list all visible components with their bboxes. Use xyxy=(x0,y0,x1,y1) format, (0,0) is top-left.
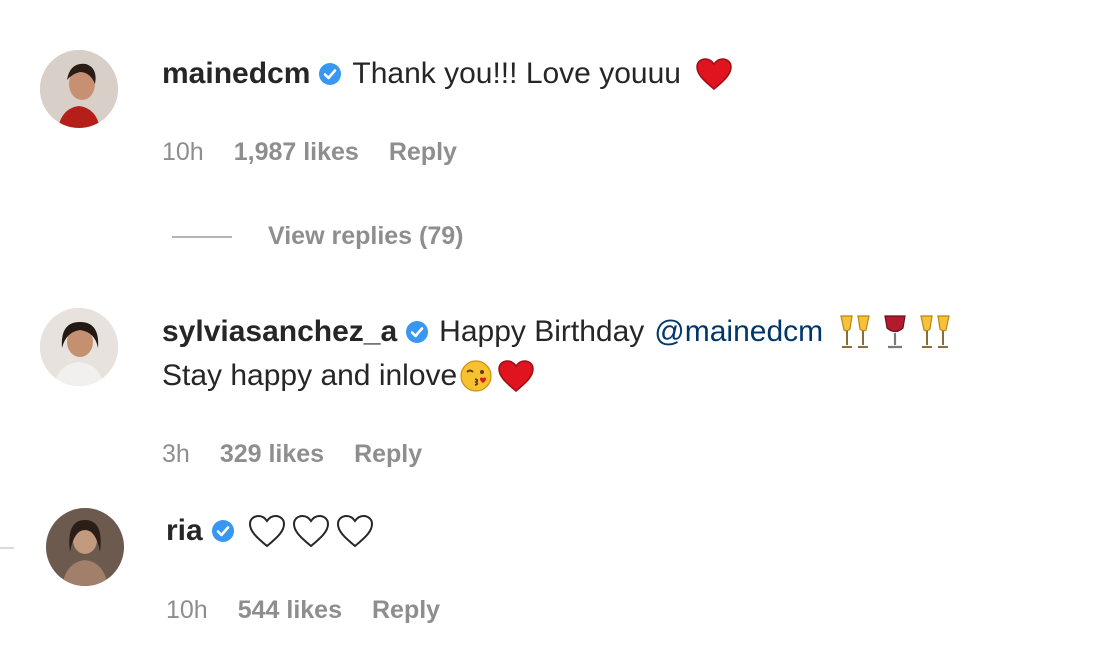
white-heart-icon xyxy=(335,513,375,549)
red-heart-icon xyxy=(497,359,535,393)
likes-count[interactable]: 1,987 likes xyxy=(234,138,359,167)
username[interactable]: sylviasanchez_a xyxy=(162,313,397,351)
verified-badge-icon xyxy=(318,62,342,86)
username[interactable]: mainedcm xyxy=(162,55,310,93)
clinking-glasses-icon xyxy=(837,313,873,351)
likes-count[interactable]: 329 likes xyxy=(220,440,324,469)
kissing-face-icon xyxy=(459,359,493,393)
avatar-image xyxy=(40,50,118,128)
view-replies-button[interactable]: View replies (79) xyxy=(172,222,463,251)
comment-text: Thank you!!! Love youuu xyxy=(352,57,681,90)
red-heart-icon xyxy=(695,57,733,91)
wine-glass-icon xyxy=(881,313,909,351)
white-heart-icon xyxy=(291,513,331,549)
reply-button[interactable]: Reply xyxy=(372,596,440,625)
verified-badge-icon xyxy=(405,320,429,344)
comment-line: ria xyxy=(166,512,375,550)
comment-time[interactable]: 10h xyxy=(166,596,208,625)
comment-line: mainedcm Thank you!!! Love youuu xyxy=(162,55,733,93)
comment-meta: 10h 1,987 likes Reply xyxy=(162,138,457,167)
avatar[interactable] xyxy=(40,50,118,128)
mention-link[interactable]: @mainedcm xyxy=(654,313,823,351)
verified-badge-icon xyxy=(211,519,235,543)
reply-button[interactable]: Reply xyxy=(389,138,457,167)
comment-text: Happy Birthday xyxy=(439,315,645,348)
comment-time[interactable]: 3h xyxy=(162,440,190,469)
view-replies-label: View replies (79) xyxy=(268,222,464,250)
likes-count[interactable]: 544 likes xyxy=(238,596,342,625)
avatar[interactable] xyxy=(40,308,118,386)
avatar[interactable] xyxy=(46,508,124,586)
avatar-image xyxy=(46,508,124,586)
divider-mark xyxy=(0,547,14,549)
comment-time[interactable]: 10h xyxy=(162,138,204,167)
avatar-image xyxy=(40,308,118,386)
clinking-glasses-icon xyxy=(917,313,953,351)
comment-text-2: Stay happy and inlove xyxy=(162,359,458,392)
username[interactable]: ria xyxy=(166,512,203,550)
replies-divider xyxy=(172,235,232,238)
reply-button[interactable]: Reply xyxy=(354,440,422,469)
comment-line-2: Stay happy and inlove xyxy=(162,357,535,395)
comment-meta: 3h 329 likes Reply xyxy=(162,440,422,469)
comment-meta: 10h 544 likes Reply xyxy=(166,596,440,625)
comment-line: sylviasanchez_a Happy Birthday @mainedcm xyxy=(162,313,953,351)
white-heart-icon xyxy=(247,513,287,549)
